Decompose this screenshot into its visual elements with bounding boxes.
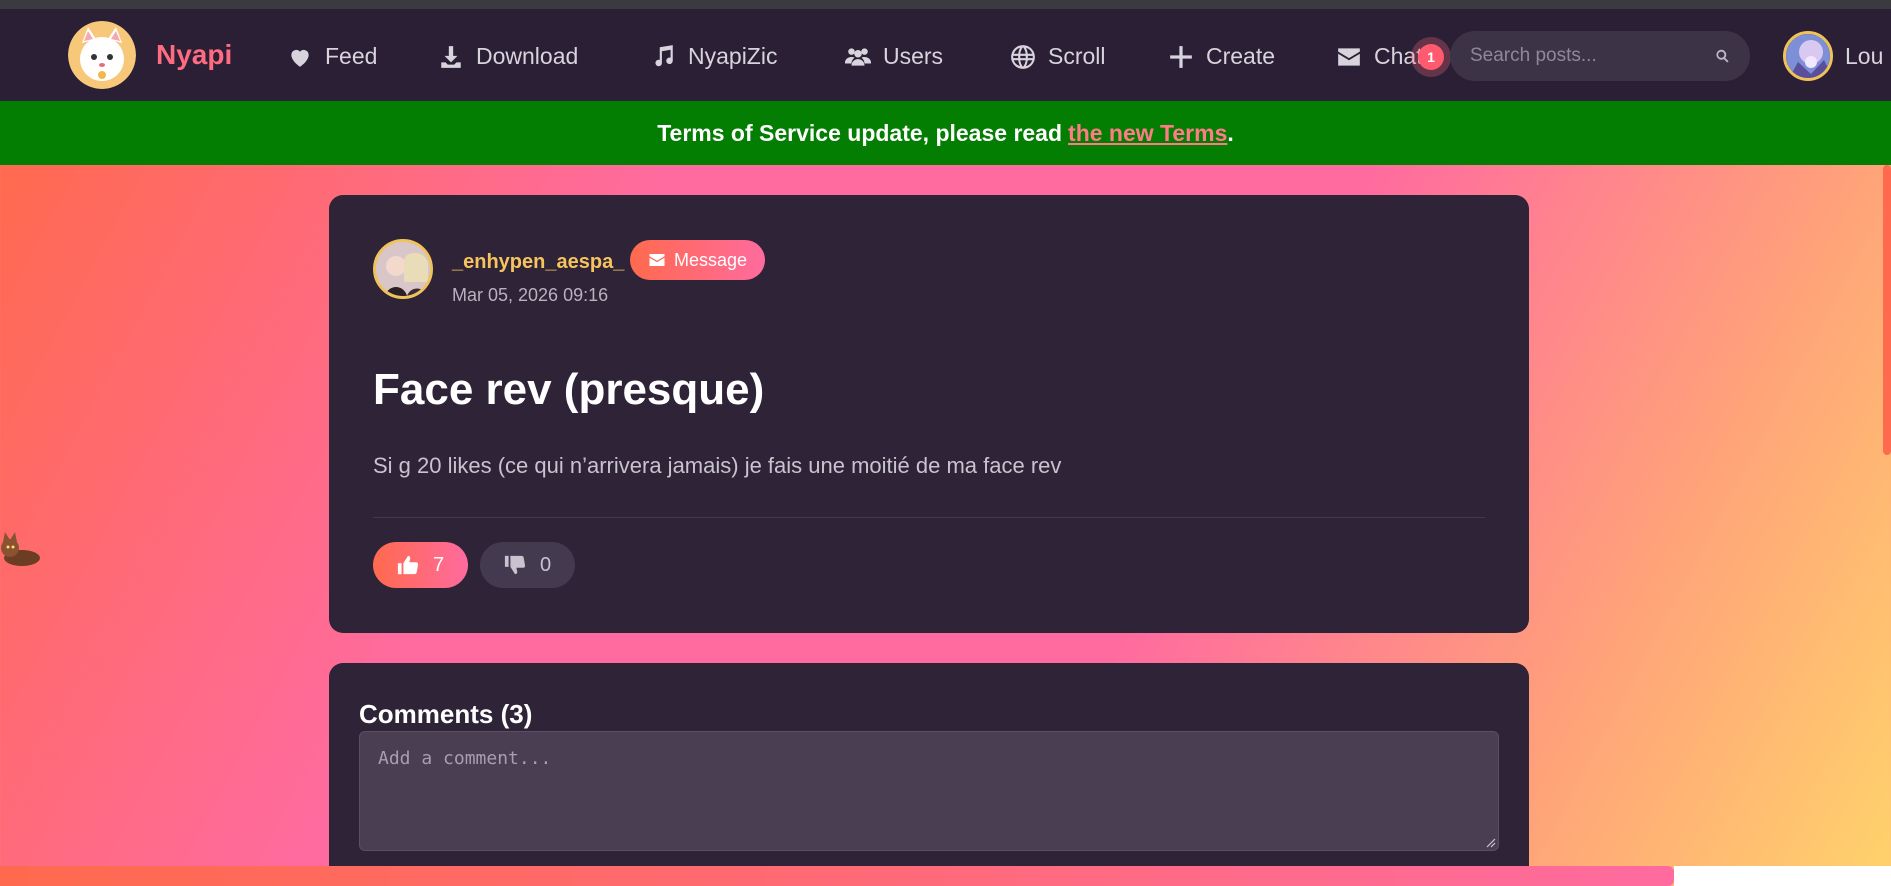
message-button[interactable]: Message <box>630 240 766 280</box>
globe-icon <box>1011 44 1035 69</box>
terms-link[interactable]: the new Terms <box>1068 120 1227 147</box>
user-avatar[interactable] <box>1783 31 1833 81</box>
envelope-icon <box>649 254 665 266</box>
post-date: Mar 05, 2026 09:16 <box>452 285 609 305</box>
nav-feed[interactable]: Feed <box>287 43 377 70</box>
nav-scroll[interactable]: Scroll <box>1010 43 1106 70</box>
author-name[interactable]: _enhypen_aespa_ <box>452 251 624 274</box>
comments-card: Comments (3) <box>329 663 1529 886</box>
nav-feed-label: Feed <box>325 43 378 69</box>
thumbs-down-icon <box>504 555 526 575</box>
resize-grip-icon[interactable] <box>1486 838 1496 848</box>
envelope-icon <box>1338 47 1360 66</box>
cat-sprite-icon <box>0 528 42 568</box>
nav-download-label: Download <box>476 43 579 69</box>
top-navbar: Nyapi Feed Download NyapiZic Users Scrol… <box>0 9 1891 101</box>
brand-logo <box>68 21 136 89</box>
window-top-strip <box>0 0 1891 9</box>
nav-users-label: Users <box>883 43 944 69</box>
chat-unread-count: 1 <box>1418 44 1444 70</box>
dislike-button[interactable]: 0 <box>480 542 576 588</box>
comment-input[interactable] <box>359 731 1499 851</box>
post-body: Si g 20 likes (ce qui n’arrivera jamais)… <box>373 453 1062 478</box>
like-count: 7 <box>433 553 445 576</box>
download-icon <box>441 45 461 68</box>
nav-create-label: Create <box>1206 43 1276 69</box>
thumbs-up-icon <box>397 555 419 575</box>
search-input[interactable] <box>1470 45 1715 67</box>
dislike-count: 0 <box>540 553 552 576</box>
banner-suffix: . <box>1227 119 1234 146</box>
brand-link[interactable]: Nyapi <box>68 21 232 89</box>
search-icon[interactable] <box>1715 44 1730 68</box>
nav-scroll-label: Scroll <box>1048 43 1106 69</box>
music-icon <box>655 44 673 66</box>
post-title: Face rev (presque) <box>373 365 765 414</box>
users-icon <box>845 47 871 66</box>
heart-icon <box>291 49 309 67</box>
user-name[interactable]: Lou <box>1845 43 1883 70</box>
page-scrollbar[interactable] <box>1883 165 1891 455</box>
bottom-blank-area <box>1674 866 1891 886</box>
search-bar <box>1450 31 1750 81</box>
nav-download[interactable]: Download <box>438 43 578 70</box>
like-button[interactable]: 7 <box>373 542 469 588</box>
post-divider <box>373 517 1485 518</box>
comments-title: Comments (3) <box>359 699 533 729</box>
terms-banner: Terms of Service update, please read the… <box>0 101 1891 165</box>
chat-unread-badge: 1 <box>1411 37 1451 77</box>
nav-nyapizic[interactable]: NyapiZic <box>650 43 777 70</box>
banner-text: Terms of Service update, please read <box>657 119 1063 146</box>
nav-create[interactable]: Create <box>1168 43 1275 70</box>
brand-name: Nyapi <box>156 39 233 70</box>
nav-users[interactable]: Users <box>845 43 943 70</box>
message-button-label: Message <box>674 249 748 270</box>
nav-nyapizic-label: NyapiZic <box>688 43 778 69</box>
bottom-gradient-bar <box>0 866 1674 886</box>
plus-icon <box>1170 45 1192 68</box>
author-avatar[interactable] <box>373 239 433 299</box>
post-card: _enhypen_aespa_ Message Mar 05, 2026 09:… <box>329 195 1529 633</box>
